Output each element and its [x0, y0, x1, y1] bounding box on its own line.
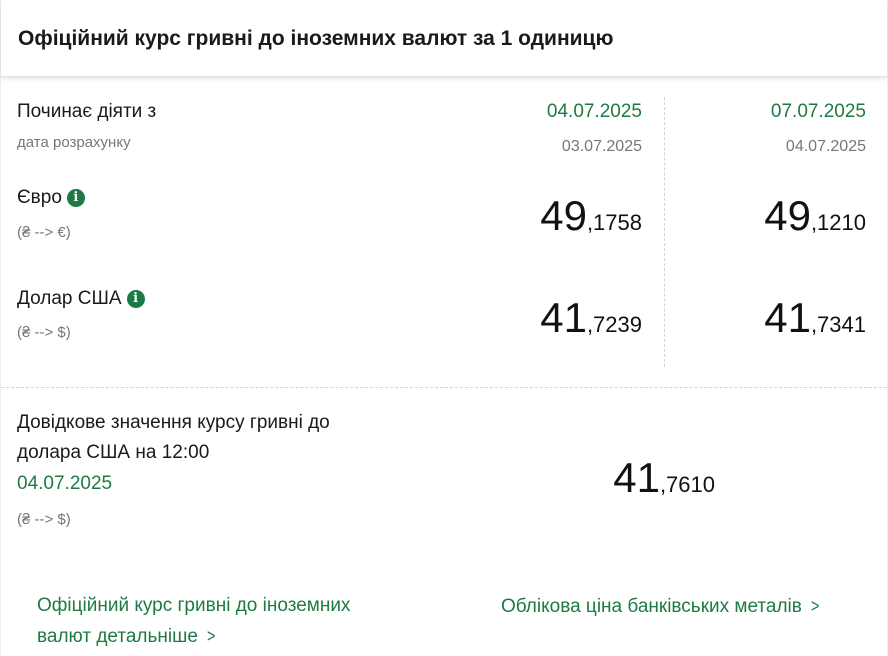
info-icon[interactable]: i	[126, 290, 145, 308]
reference-line-2: долара США на 12:00	[17, 442, 210, 463]
currency-row-usd: Долар США i	[17, 288, 145, 310]
reference-date: 04.07.2025	[17, 473, 113, 494]
reference-conversion: (₴ --> $)	[17, 511, 71, 528]
currency-name: Долар США	[17, 288, 122, 309]
bank-metals-price-link[interactable]: Облікова ціна банківських металів >	[501, 591, 820, 622]
rate-usd-col2: 41,7341	[764, 294, 866, 342]
rate-integer: 41	[764, 294, 811, 341]
section-divider	[1, 387, 887, 388]
calc-date-label: дата розрахунку	[17, 134, 131, 151]
currency-name: Євро	[17, 187, 62, 208]
link-label: Облікова ціна банківських металів	[501, 596, 802, 617]
column-divider	[664, 97, 665, 367]
official-rate-details-link[interactable]: Офіційний курс гривні до іноземних валют…	[37, 591, 350, 652]
rate-fraction: ,7610	[659, 472, 715, 497]
rate-integer: 49	[764, 192, 811, 239]
rate-usd-col1: 41,7239	[540, 294, 642, 342]
chevron-right-icon: >	[206, 626, 216, 646]
reference-line-1: Довідкове значення курсу гривні до	[17, 412, 330, 433]
currency-conversion: (₴ --> $)	[17, 324, 71, 341]
reference-label: Довідкове значення курсу гривні до долар…	[17, 408, 330, 468]
link-line-1: Офіційний курс гривні до іноземних	[37, 595, 351, 616]
rate-fraction: ,7341	[810, 312, 866, 337]
rate-euro-col1: 49,1758	[540, 192, 642, 240]
currency-conversion: (₴ --> €)	[17, 224, 71, 241]
rate-fraction: ,1758	[586, 210, 642, 235]
currency-row-euro: Євро i	[17, 187, 85, 209]
effective-date-label: Починає діяти з	[17, 101, 157, 122]
chevron-right-icon: >	[810, 596, 820, 616]
col1-effective-date: 04.07.2025	[546, 101, 642, 122]
col1-calc-date: 03.07.2025	[561, 138, 642, 155]
card-header: Офіційний курс гривні до іноземних валют…	[1, 0, 887, 77]
page-title: Офіційний курс гривні до іноземних валют…	[18, 27, 614, 50]
link-line-2: валют детальніше	[37, 626, 198, 647]
rate-fraction: ,7239	[586, 312, 642, 337]
reference-rate: 41,7610	[613, 454, 715, 502]
rate-euro-col2: 49,1210	[764, 192, 866, 240]
info-icon[interactable]: i	[66, 189, 85, 207]
rate-integer: 41	[613, 454, 660, 501]
col2-calc-date: 04.07.2025	[785, 138, 866, 155]
col2-effective-date: 07.07.2025	[770, 101, 866, 122]
rate-integer: 49	[540, 192, 587, 239]
exchange-rate-card: Офіційний курс гривні до іноземних валют…	[0, 0, 888, 656]
rate-fraction: ,1210	[810, 210, 866, 235]
rate-integer: 41	[540, 294, 587, 341]
